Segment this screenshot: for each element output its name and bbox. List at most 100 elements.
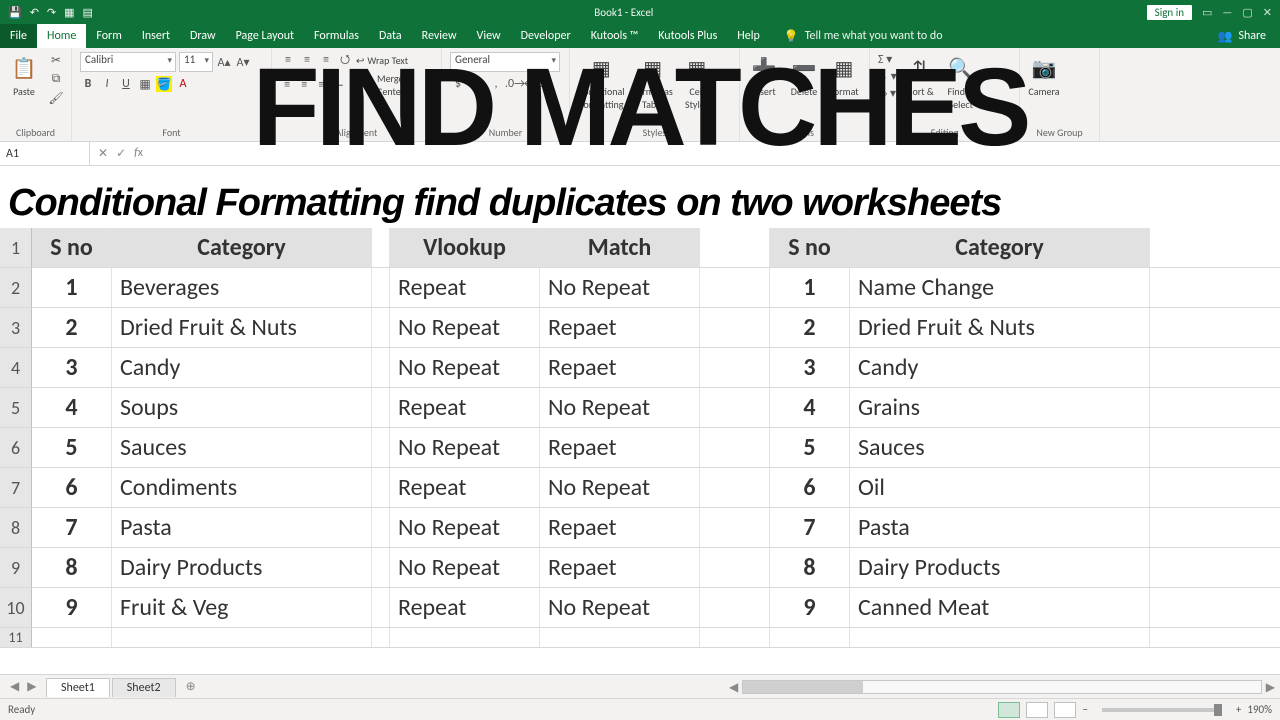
gap-cell[interactable] [700, 308, 770, 347]
cell-category[interactable]: Candy [112, 348, 372, 387]
cell-match[interactable]: Repaet [540, 308, 700, 347]
row-number[interactable]: 10 [0, 588, 32, 627]
cell-sno[interactable]: 5 [32, 428, 112, 467]
cell-match[interactable]: Repaet [540, 428, 700, 467]
cell-sno[interactable]: 2 [32, 308, 112, 347]
gap-cell[interactable] [700, 468, 770, 507]
cell-category2[interactable]: Pasta [850, 508, 1150, 547]
cell-match[interactable]: Repaet [540, 508, 700, 547]
cell-sno2[interactable]: 8 [770, 548, 850, 587]
cell-vlookup[interactable]: No Repeat [390, 308, 540, 347]
row-number[interactable]: 8 [0, 508, 32, 547]
cell-category[interactable]: Dairy Products [112, 548, 372, 587]
gap-cell[interactable] [372, 268, 390, 307]
tab-form[interactable]: Form [86, 24, 131, 48]
row-number[interactable]: 6 [0, 428, 32, 467]
cell-vlookup[interactable]: Repeat [390, 268, 540, 307]
tab-view[interactable]: View [467, 24, 511, 48]
cell-match[interactable]: No Repeat [540, 468, 700, 507]
cell-category2[interactable]: Sauces [850, 428, 1150, 467]
col-match[interactable]: Match [540, 228, 700, 267]
tab-kutools-plus[interactable]: Kutools Plus [648, 24, 727, 48]
scroll-left-icon[interactable]: ◀ [729, 680, 738, 695]
cell-category2[interactable]: Oil [850, 468, 1150, 507]
cell-vlookup[interactable]: Repeat [390, 388, 540, 427]
gap-cell[interactable] [372, 388, 390, 427]
new-sheet-button[interactable]: ⊕ [186, 679, 196, 694]
col-vlookup[interactable]: Vlookup [390, 228, 540, 267]
zoom-level[interactable]: 190% [1247, 703, 1272, 716]
view-page-break-button[interactable] [1054, 702, 1076, 718]
tab-file[interactable]: File [0, 24, 37, 48]
cell-vlookup[interactable]: No Repeat [390, 508, 540, 547]
col-sno[interactable]: S no [32, 228, 112, 267]
cell-sno[interactable]: 9 [32, 588, 112, 627]
cell-sno2[interactable]: 2 [770, 308, 850, 347]
view-page-layout-button[interactable] [1026, 702, 1048, 718]
cell-category2[interactable]: Dairy Products [850, 548, 1150, 587]
zoom-out-button[interactable]: − [1082, 703, 1087, 716]
tab-developer[interactable]: Developer [511, 24, 581, 48]
gap-cell[interactable] [372, 348, 390, 387]
cell-sno[interactable]: 8 [32, 548, 112, 587]
cell-sno2[interactable]: 6 [770, 468, 850, 507]
sign-in-button[interactable]: Sign in [1147, 5, 1192, 20]
cell-match[interactable]: No Repeat [540, 388, 700, 427]
cell-category2[interactable]: Dried Fruit & Nuts [850, 308, 1150, 347]
cell-sno[interactable]: 7 [32, 508, 112, 547]
cell-category2[interactable]: Candy [850, 348, 1150, 387]
sheet-next-icon[interactable]: ▶ [27, 679, 36, 694]
tab-data[interactable]: Data [369, 24, 412, 48]
cell-vlookup[interactable]: Repeat [390, 588, 540, 627]
gap-cell[interactable] [700, 548, 770, 587]
gap-cell[interactable] [700, 228, 770, 267]
table-row[interactable]: 65SaucesNo RepeatRepaet5Sauces [0, 428, 1280, 468]
row-number[interactable]: 9 [0, 548, 32, 587]
cell-category[interactable]: Dried Fruit & Nuts [112, 308, 372, 347]
save-icon[interactable]: 💾 [8, 6, 22, 19]
redo-icon[interactable]: ↷ [47, 6, 56, 19]
table-row[interactable]: 32Dried Fruit & NutsNo RepeatRepaet2Drie… [0, 308, 1280, 348]
undo-icon[interactable]: ↶ [30, 6, 39, 19]
close-icon[interactable]: ✕ [1263, 6, 1272, 19]
cell-sno[interactable]: 1 [32, 268, 112, 307]
cell-vlookup[interactable]: Repeat [390, 468, 540, 507]
cell-sno2[interactable]: 1 [770, 268, 850, 307]
cell-sno[interactable]: 3 [32, 348, 112, 387]
tab-help[interactable]: Help [727, 24, 770, 48]
ribbon-options-icon[interactable]: ▭ [1202, 6, 1212, 19]
cell-sno2[interactable]: 7 [770, 508, 850, 547]
cell-category[interactable]: Pasta [112, 508, 372, 547]
cell-category[interactable]: Soups [112, 388, 372, 427]
cell-sno2[interactable]: 4 [770, 388, 850, 427]
gap-cell[interactable] [372, 308, 390, 347]
maximize-icon[interactable]: ▢ [1242, 6, 1252, 19]
cell-category[interactable]: Fruit & Veg [112, 588, 372, 627]
tab-insert[interactable]: Insert [132, 24, 180, 48]
col-category[interactable]: Category [112, 228, 372, 267]
cell-sno2[interactable]: 3 [770, 348, 850, 387]
qat-icon2[interactable]: ▤ [83, 6, 93, 19]
table-row[interactable]: 76CondimentsRepeatNo Repeat6Oil [0, 468, 1280, 508]
horizontal-scrollbar[interactable]: ◀ ▶ [742, 680, 1262, 694]
gap-cell[interactable] [700, 348, 770, 387]
col-sno2[interactable]: S no [770, 228, 850, 267]
cell-vlookup[interactable]: No Repeat [390, 348, 540, 387]
cell-match[interactable]: Repaet [540, 348, 700, 387]
row-number[interactable]: 7 [0, 468, 32, 507]
gap-cell[interactable] [700, 268, 770, 307]
zoom-in-button[interactable]: + [1236, 703, 1241, 716]
tab-draw[interactable]: Draw [180, 24, 226, 48]
cell-match[interactable]: Repaet [540, 548, 700, 587]
cell-category2[interactable]: Grains [850, 388, 1150, 427]
cell-sno2[interactable]: 5 [770, 428, 850, 467]
cell-category[interactable]: Beverages [112, 268, 372, 307]
row-number[interactable]: 2 [0, 268, 32, 307]
minimize-icon[interactable]: — [1222, 6, 1232, 19]
table-row[interactable]: 21BeveragesRepeatNo Repeat1Name Change [0, 268, 1280, 308]
cell-match[interactable]: No Repeat [540, 268, 700, 307]
cell-match[interactable]: No Repeat [540, 588, 700, 627]
cell-vlookup[interactable]: No Repeat [390, 548, 540, 587]
gap-cell[interactable] [700, 428, 770, 467]
row-number[interactable]: 5 [0, 388, 32, 427]
